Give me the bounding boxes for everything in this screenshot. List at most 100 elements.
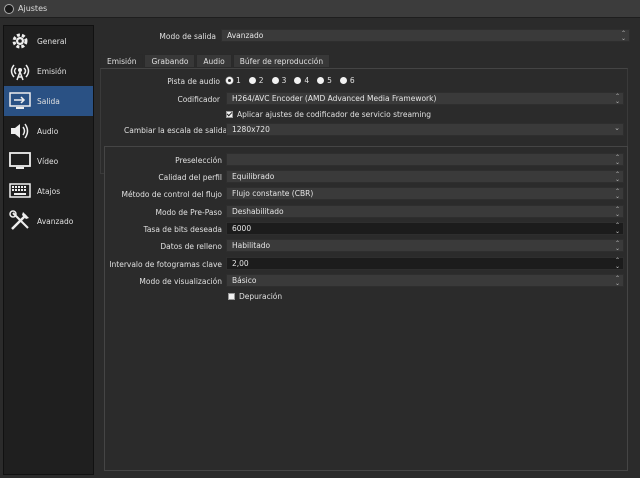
radio[interactable] (339, 77, 347, 84)
view-mode-value: Básico (232, 276, 257, 285)
window-title: Ajustes (18, 4, 48, 13)
tab-grabando[interactable]: Grabando (144, 54, 196, 68)
broadcast-icon (9, 61, 31, 81)
prepass-value: Deshabilitado (232, 207, 284, 216)
sidebar-item-label: Audio (37, 126, 59, 136)
rate-control-value: Flujo constante (CBR) (232, 189, 314, 198)
prepass-label: Modo de Pre-Paso (155, 208, 222, 217)
radio-label: 3 (281, 76, 287, 85)
sidebar-item-label: General (37, 36, 67, 46)
sidebar-item-label: Emisión (37, 66, 67, 76)
sidebar-item-audio[interactable]: Audio (4, 116, 93, 146)
audio-track-option-5[interactable]: 5 (317, 76, 332, 85)
keyframe-value: 2,00 (232, 259, 249, 268)
sidebar-item-atajos[interactable]: Atajos (4, 176, 93, 206)
gear-icon (9, 31, 31, 51)
sidebar-item-emision[interactable]: Emisión (4, 56, 93, 86)
radio-label: 6 (349, 76, 355, 85)
tab-bufer[interactable]: Búfer de reproducción (232, 54, 331, 68)
view-mode-label: Modo de visualización (139, 277, 222, 286)
rate-control-select[interactable]: Flujo constante (CBR) ⌃ ⌄ (226, 187, 624, 200)
bitrate-spinbox[interactable]: 6000 ⌃ ⌄ (226, 222, 624, 235)
spin-arrows-icon[interactable]: ⌃ ⌄ (615, 223, 620, 235)
rescale-checkbox[interactable]: Cambiar la escala de salida (124, 126, 242, 135)
encoder-value: H264/AVC Encoder (AMD Advanced Media Fra… (232, 94, 437, 103)
apply-streaming-checkbox[interactable]: Aplicar ajustes de codificador de servic… (226, 110, 431, 119)
audio-track-option-3[interactable]: 3 (271, 76, 287, 85)
encoder-label: Codificador (177, 95, 220, 104)
title-bar: Ajustes (0, 0, 640, 18)
audio-track-option-2[interactable]: 2 (248, 76, 264, 85)
updown-arrows-icon: ⌃ ⌄ (620, 30, 626, 42)
audio-track-radios: 1 2 3 4 5 6 (226, 76, 363, 85)
sidebar-item-label: Avanzado (37, 216, 74, 226)
prepass-select[interactable]: Deshabilitado ⌃ ⌄ (226, 205, 624, 218)
profile-quality-select[interactable]: Equilibrado ⌃ ⌄ (226, 170, 624, 183)
updown-arrows-icon: ⌃ ⌄ (614, 275, 620, 287)
preset-select[interactable]: ⌃ ⌄ (226, 153, 624, 166)
output-tabs: Emisión Grabando Audio Búfer de reproduc… (100, 54, 331, 68)
keyframe-spinbox[interactable]: 2,00 ⌃ ⌄ (226, 257, 624, 270)
sidebar-item-label: Salida (37, 96, 60, 106)
rescale-resolution-select[interactable]: 1280x720 ⌄ (226, 123, 624, 136)
tools-icon (9, 210, 31, 231)
profile-quality-label: Calidad del perfil (158, 173, 222, 182)
radio[interactable] (294, 77, 302, 84)
rescale-value: 1280x720 (232, 125, 270, 134)
radio-label: 5 (327, 76, 332, 85)
updown-arrows-icon: ⌃ ⌄ (614, 154, 620, 166)
checkbox-label: Depuración (239, 292, 283, 301)
view-mode-select[interactable]: Básico ⌃ ⌄ (226, 274, 624, 287)
sidebar-item-general[interactable]: General (4, 26, 93, 56)
chevron-down-icon: ⌄ (614, 124, 620, 132)
checkbox[interactable] (226, 111, 233, 118)
filler-value: Habilitado (232, 241, 271, 250)
radio-label: 2 (258, 76, 264, 85)
sidebar-item-salida[interactable]: Salida (4, 86, 93, 116)
output-mode-value: Avanzado (227, 31, 264, 40)
tab-emision[interactable]: Emisión (100, 54, 144, 68)
obs-logo-icon (4, 3, 14, 14)
keyframe-label: Intervalo de fotogramas clave (109, 260, 222, 269)
radio-selected[interactable] (226, 77, 233, 84)
sidebar-item-avanzado[interactable]: Avanzado (4, 206, 93, 236)
updown-arrows-icon: ⌃ ⌄ (614, 188, 620, 200)
radio[interactable] (271, 77, 279, 84)
checkbox-label: Aplicar ajustes de codificador de servic… (237, 110, 431, 119)
rate-control-label: Método de control del flujo (121, 190, 222, 199)
updown-arrows-icon: ⌃ ⌄ (614, 206, 620, 218)
checkbox-label: Cambiar la escala de salida (124, 126, 228, 135)
bitrate-value: 6000 (232, 224, 252, 233)
updown-arrows-icon: ⌃ ⌄ (614, 93, 620, 105)
keyboard-icon (9, 181, 31, 201)
checkbox[interactable] (228, 293, 235, 300)
output-settings-panel: Modo de salida Avanzado ⌃ ⌄ Emisión Graba… (96, 25, 640, 478)
bitrate-label: Tasa de bits deseada (143, 225, 222, 234)
settings-sidebar: General Emisión Salida Audio Vídeo Atajo… (3, 25, 94, 475)
output-mode-label: Modo de salida (159, 32, 216, 41)
debug-checkbox[interactable]: Depuración (228, 292, 282, 301)
audio-track-option-6[interactable]: 6 (339, 76, 355, 85)
output-icon (9, 91, 31, 111)
filler-label: Datos de relleno (160, 242, 222, 251)
sidebar-item-label: Vídeo (37, 156, 59, 166)
radio-label: 1 (236, 76, 241, 85)
radio-label: 4 (304, 76, 310, 85)
speaker-icon (9, 121, 31, 141)
radio[interactable] (248, 77, 256, 84)
preset-label: Preselección (175, 156, 222, 165)
audio-track-option-4[interactable]: 4 (294, 76, 309, 85)
encoder-select[interactable]: H264/AVC Encoder (AMD Advanced Media Fra… (226, 92, 624, 105)
audio-track-option-1[interactable]: 1 (226, 76, 241, 85)
sidebar-item-label: Atajos (37, 186, 61, 196)
filler-select[interactable]: Habilitado ⌃ ⌄ (226, 239, 624, 252)
output-mode-select[interactable]: Avanzado ⌃ ⌄ (221, 29, 630, 42)
profile-quality-value: Equilibrado (232, 172, 275, 181)
tab-audio[interactable]: Audio (196, 54, 232, 68)
spin-arrows-icon[interactable]: ⌃ ⌄ (615, 258, 620, 270)
updown-arrows-icon: ⌃ ⌄ (614, 240, 620, 252)
audio-track-label: Pista de audio (167, 77, 220, 86)
radio[interactable] (317, 77, 325, 84)
monitor-icon (9, 151, 31, 171)
sidebar-item-video[interactable]: Vídeo (4, 146, 93, 176)
